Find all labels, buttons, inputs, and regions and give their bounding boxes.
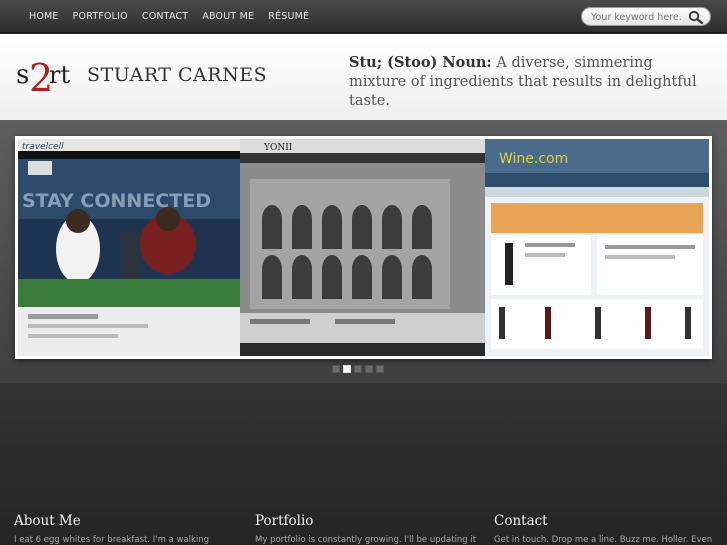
slider-dot-1[interactable] <box>332 365 340 373</box>
slide-yonii-label: YONII <box>263 143 293 153</box>
tagline-term: Stu; (Stoo) Noun: <box>349 54 492 71</box>
slider-dot-3[interactable] <box>354 365 362 373</box>
nav-contact[interactable]: CONTACT <box>135 11 195 22</box>
nav-resume[interactable]: RÉSUMÉ <box>261 11 316 22</box>
main-nav: HOME PORTFOLIO CONTACT ABOUT ME RÉSUMÉ <box>22 0 316 33</box>
top-navigation-bar: HOME PORTFOLIO CONTACT ABOUT ME RÉSUMÉ <box>0 0 727 33</box>
content-area: About Me I eat 6 egg whites for breakfas… <box>0 383 727 545</box>
tagline: Stu; (Stoo) Noun: A diverse, simmering m… <box>349 53 714 111</box>
about-me-text: I eat 6 egg whites for breakfast. I'm a … <box>14 535 210 545</box>
svg-text:s: s <box>16 60 29 90</box>
portfolio-heading: Portfolio <box>255 513 314 529</box>
nav-portfolio[interactable]: PORTFOLIO <box>66 11 135 22</box>
slider-frame[interactable]: travelcell STAY CONNECTED YONII Wine.com <box>15 136 712 359</box>
portfolio-slider: travelcell STAY CONNECTED YONII Wine.com <box>0 120 727 383</box>
search-icon[interactable] <box>688 10 704 24</box>
portfolio-text: My portfolio is constantly growing. I'll… <box>255 535 477 545</box>
slide-yonii[interactable]: YONII <box>240 139 485 356</box>
site-logo[interactable]: s 2 rt <box>16 53 72 97</box>
contact-section: Contact Get in touch. Drop me a line. Bu… <box>494 513 719 545</box>
slide-travelcell-label: travelcell <box>22 142 64 152</box>
site-header: s 2 rt STUART CARNES Stu; (Stoo) Noun: A… <box>0 34 727 120</box>
contact-text: Get in touch. Drop me a line. Buzz me. H… <box>494 535 713 545</box>
slide-wine-label: Wine.com <box>499 151 568 167</box>
search-input[interactable] <box>591 10 683 24</box>
svg-text:rt: rt <box>49 61 70 89</box>
brand-name: STUART CARNES <box>87 64 268 86</box>
slider-dot-2[interactable] <box>343 365 351 373</box>
nav-about-me[interactable]: ABOUT ME <box>195 11 261 22</box>
slide-travelcell-banner: STAY CONNECTED <box>22 190 211 212</box>
slider-dot-4[interactable] <box>365 365 373 373</box>
contact-heading: Contact <box>494 513 548 529</box>
about-me-section: About Me I eat 6 egg whites for breakfas… <box>14 513 239 545</box>
slider-pagination <box>332 365 384 373</box>
slide-travelcell[interactable]: travelcell STAY CONNECTED <box>18 139 240 356</box>
search-box <box>581 7 711 26</box>
slide-wine[interactable]: Wine.com <box>485 139 709 356</box>
about-me-heading: About Me <box>14 513 81 529</box>
portfolio-section: Portfolio My portfolio is constantly gro… <box>255 513 480 545</box>
slider-dot-5[interactable] <box>376 365 384 373</box>
nav-home[interactable]: HOME <box>22 11 66 22</box>
